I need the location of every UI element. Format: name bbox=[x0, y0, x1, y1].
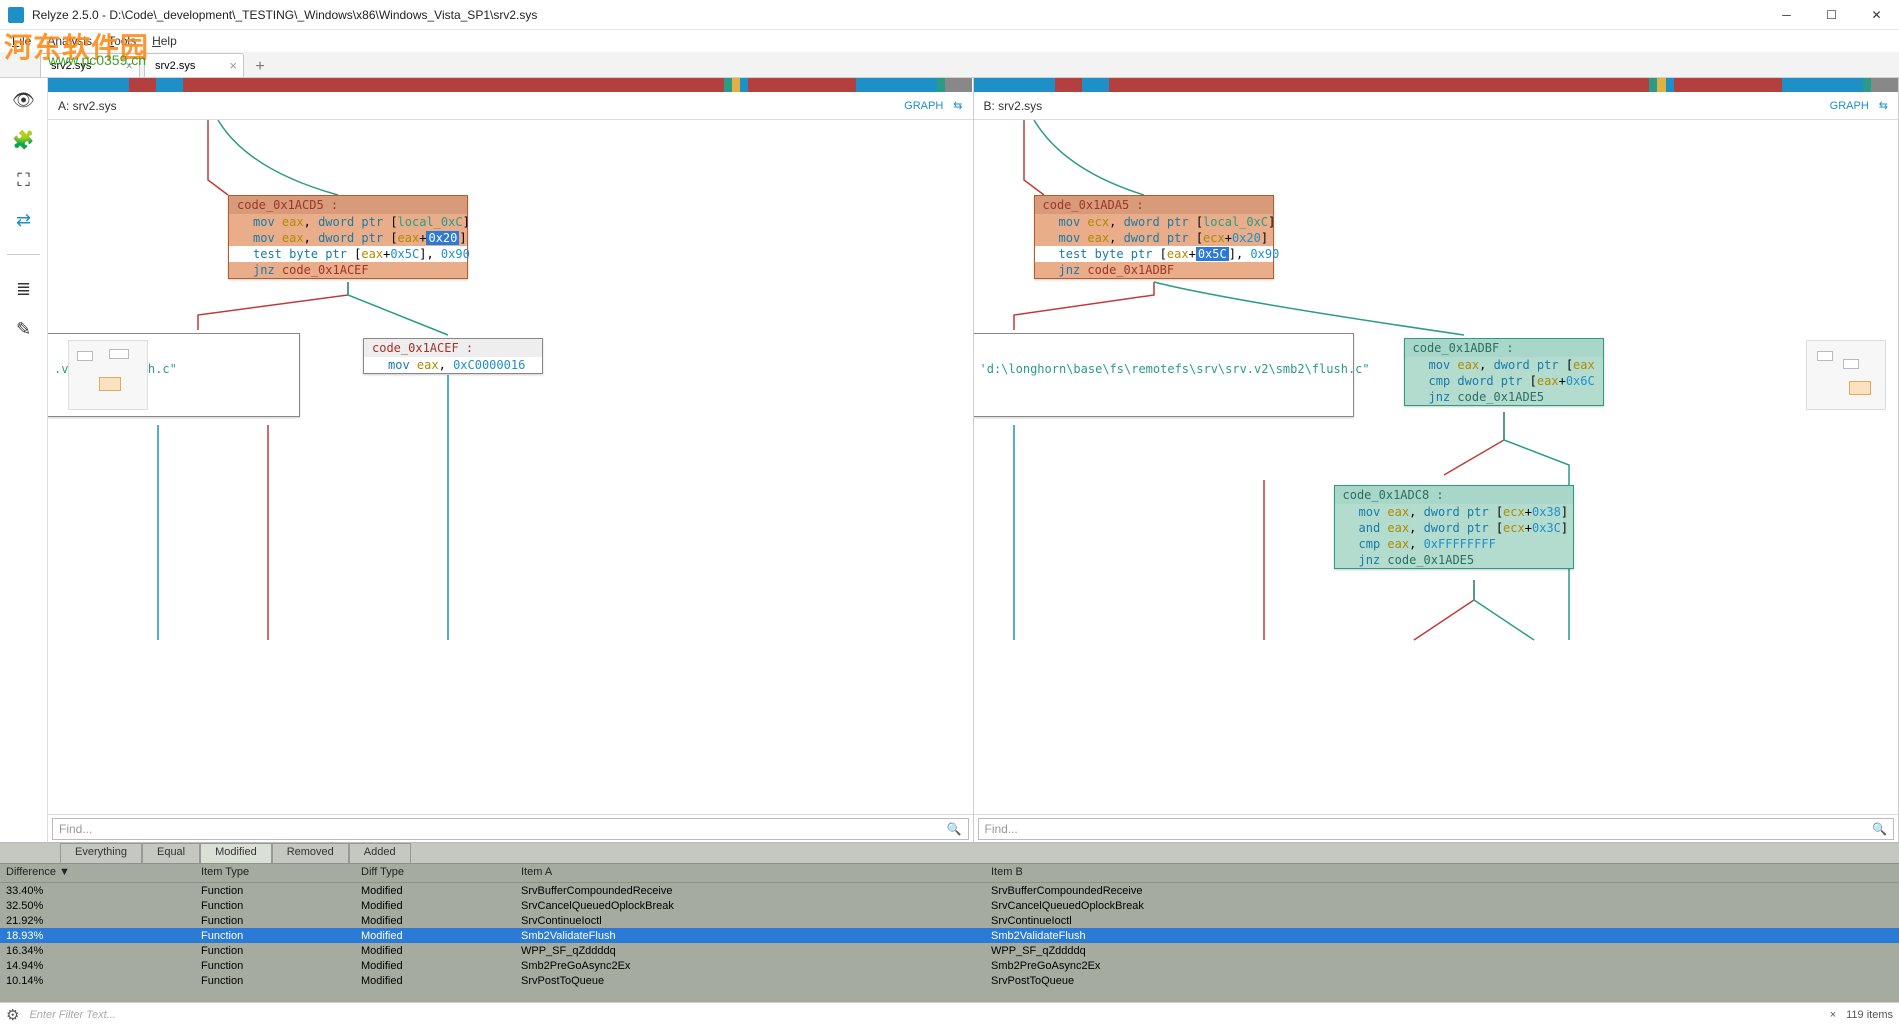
node-label: code_0x1ACD5 : bbox=[237, 198, 338, 212]
table-row[interactable]: 18.93%FunctionModifiedSmb2ValidateFlushS… bbox=[0, 928, 1899, 943]
subtab-removed[interactable]: Removed bbox=[272, 843, 349, 863]
diff-panel: Everything Equal Modified Removed Added … bbox=[0, 842, 1899, 1002]
find-input-a[interactable]: Find... 🔍 bbox=[52, 818, 969, 840]
settings-icon[interactable]: ⚙ bbox=[6, 1006, 19, 1024]
graph-node[interactable]: 'd:\longhorn\base\fs\remotefs\srv\srv.v2… bbox=[974, 333, 1354, 417]
filter-clear-icon[interactable]: × bbox=[1830, 1009, 1836, 1021]
table-row[interactable]: 10.14%FunctionModifiedSrvPostToQueueSrvP… bbox=[0, 973, 1899, 988]
table-row[interactable]: 33.40%FunctionModifiedSrvBufferCompounde… bbox=[0, 883, 1899, 898]
close-icon[interactable]: × bbox=[125, 58, 133, 73]
table-row[interactable]: 21.92%FunctionModifiedSrvContinueIoctlSr… bbox=[0, 913, 1899, 928]
col-itemb[interactable]: Item B bbox=[985, 864, 1899, 882]
node-label: code_0x1ADC8 : bbox=[1343, 488, 1444, 502]
string-literal: 'd:\longhorn\base\fs\remotefs\srv\srv.v2… bbox=[980, 362, 1370, 376]
view-mode-a[interactable]: GRAPH bbox=[904, 100, 943, 112]
pane-b-label: B: srv2.sys bbox=[984, 99, 1043, 113]
find-input-b[interactable]: Find... 🔍 bbox=[978, 818, 1895, 840]
add-tab-button[interactable]: + bbox=[248, 57, 272, 77]
file-tab-1[interactable]: srv2.sys × bbox=[144, 53, 244, 77]
node-label: code_0x1ACEF : bbox=[372, 341, 473, 355]
maximize-button[interactable]: ☐ bbox=[1809, 0, 1854, 30]
graph-canvas-a[interactable]: code_0x1ACD5 : mov eax, dword ptr [local… bbox=[48, 120, 973, 814]
menu-help[interactable]: Help bbox=[146, 32, 183, 50]
menu-file[interactable]: File bbox=[6, 32, 37, 50]
pane-b: B: srv2.sys GRAPH ⇆ bbox=[974, 78, 1899, 842]
diff-body[interactable]: 33.40%FunctionModifiedSrvBufferCompounde… bbox=[0, 883, 1899, 1002]
subtab-added[interactable]: Added bbox=[349, 843, 411, 863]
node-label: code_0x1ADBF : bbox=[1413, 341, 1514, 355]
subtab-equal[interactable]: Equal bbox=[142, 843, 200, 863]
menubar: File Analysis Tools Help bbox=[0, 30, 1899, 52]
minimap-strip-a[interactable] bbox=[48, 78, 973, 92]
hierarchy-icon[interactable]: ⛶ bbox=[14, 170, 34, 190]
menu-tools[interactable]: Tools bbox=[102, 32, 142, 50]
col-itema[interactable]: Item A bbox=[515, 864, 985, 882]
pane-a: A: srv2.sys GRAPH ⇆ code_0x1ACD5 bbox=[48, 78, 974, 842]
window-title: Relyze 2.5.0 - D:\Code\_development\_TES… bbox=[32, 8, 1764, 22]
item-count: 119 items bbox=[1846, 1009, 1893, 1021]
side-rail: 👁 🧩 ⛶ ⇄ ≣ ✎ bbox=[0, 78, 48, 842]
close-button[interactable]: ✕ bbox=[1854, 0, 1899, 30]
file-tab-label: srv2.sys bbox=[155, 60, 195, 72]
stack-icon[interactable]: ≣ bbox=[14, 279, 34, 299]
close-icon[interactable]: × bbox=[229, 58, 237, 73]
subtab-modified[interactable]: Modified bbox=[200, 843, 272, 863]
filter-input[interactable]: Enter Filter Text... bbox=[29, 1009, 1829, 1021]
minimize-button[interactable]: ─ bbox=[1764, 0, 1809, 30]
edit-icon[interactable]: ✎ bbox=[14, 319, 34, 339]
table-row[interactable]: 14.94%FunctionModifiedSmb2PreGoAsync2ExS… bbox=[0, 958, 1899, 973]
graph-canvas-b[interactable]: code_0x1ADA5 : mov ecx, dword ptr [local… bbox=[974, 120, 1899, 814]
file-tab-0[interactable]: srv2.sys × bbox=[40, 53, 140, 77]
graph-node[interactable]: code_0x1ADBF : mov eax, dword ptr [eax c… bbox=[1404, 338, 1604, 406]
graph-node[interactable]: code_0x1ACD5 : mov eax, dword ptr [local… bbox=[228, 195, 468, 279]
col-difftype[interactable]: Diff Type bbox=[355, 864, 515, 882]
file-tab-bar: srv2.sys × srv2.sys × + bbox=[0, 52, 1899, 78]
sync-icon[interactable]: ⇆ bbox=[1879, 99, 1888, 112]
graph-node[interactable]: code_0x1ACEF : mov eax, 0xC0000016 bbox=[363, 338, 543, 374]
table-row[interactable]: 16.34%FunctionModifiedWPP_SF_qZddddqWPP_… bbox=[0, 943, 1899, 958]
col-itemtype[interactable]: Item Type bbox=[195, 864, 355, 882]
node-label: code_0x1ADA5 : bbox=[1043, 198, 1144, 212]
col-difference[interactable]: Difference ▼ bbox=[0, 864, 195, 882]
puzzle-icon[interactable]: 🧩 bbox=[14, 130, 34, 150]
status-bar: ⚙ Enter Filter Text... × 119 items bbox=[0, 1002, 1899, 1026]
search-icon[interactable]: 🔍 bbox=[1872, 822, 1887, 836]
diff-subtabs: Everything Equal Modified Removed Added bbox=[0, 843, 1899, 863]
view-mode-b[interactable]: GRAPH bbox=[1830, 100, 1869, 112]
minimap-thumbnail[interactable] bbox=[1806, 340, 1886, 410]
pane-a-label: A: srv2.sys bbox=[58, 99, 117, 113]
app-icon bbox=[8, 7, 24, 23]
shuffle-icon[interactable]: ⇄ bbox=[14, 210, 34, 230]
diff-header: Difference ▼ Item Type Diff Type Item A … bbox=[0, 863, 1899, 883]
file-tab-label: srv2.sys bbox=[51, 60, 91, 72]
rail-divider bbox=[7, 254, 40, 255]
titlebar: Relyze 2.5.0 - D:\Code\_development\_TES… bbox=[0, 0, 1899, 30]
subtab-everything[interactable]: Everything bbox=[60, 843, 142, 863]
graph-node[interactable]: code_0x1ADA5 : mov ecx, dword ptr [local… bbox=[1034, 195, 1274, 279]
find-placeholder: Find... bbox=[59, 822, 92, 836]
search-icon[interactable]: 🔍 bbox=[947, 822, 962, 836]
graph-node[interactable]: code_0x1ADC8 : mov eax, dword ptr [ecx+0… bbox=[1334, 485, 1574, 569]
menu-analysis[interactable]: Analysis bbox=[41, 32, 98, 50]
eye-icon[interactable]: 👁 bbox=[14, 90, 34, 110]
minimap-thumbnail[interactable] bbox=[68, 340, 148, 410]
find-placeholder: Find... bbox=[985, 822, 1018, 836]
minimap-strip-b[interactable] bbox=[974, 78, 1899, 92]
sync-icon[interactable]: ⇆ bbox=[953, 99, 962, 112]
table-row[interactable]: 32.50%FunctionModifiedSrvCancelQueuedOpl… bbox=[0, 898, 1899, 913]
